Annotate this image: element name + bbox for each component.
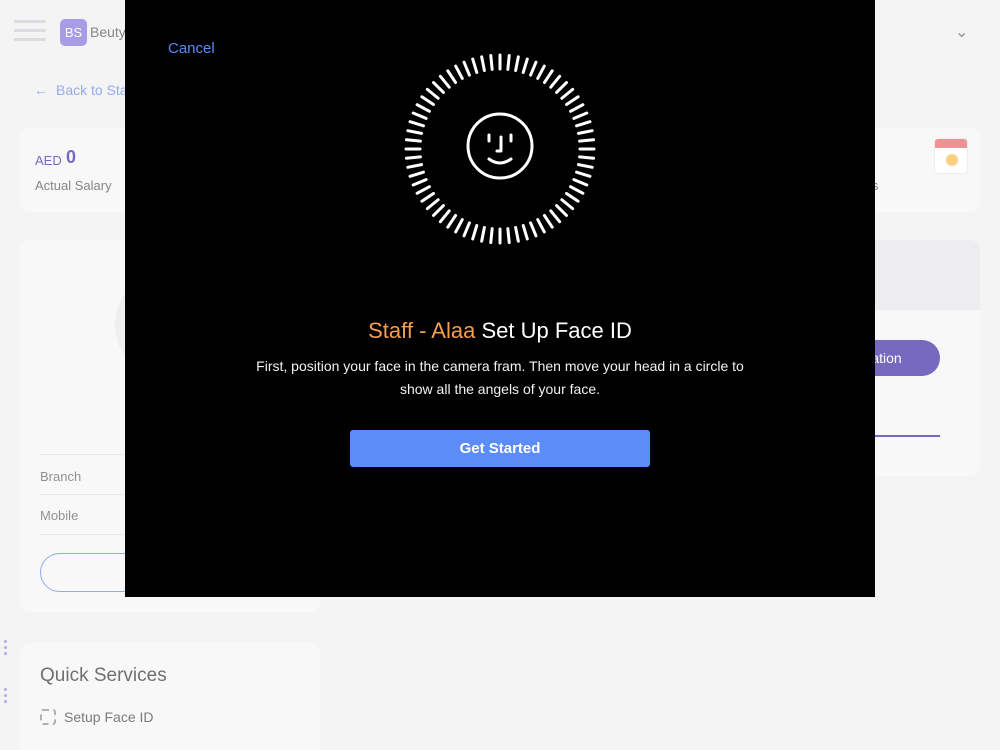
scan-tick (411, 111, 428, 120)
scan-tick (536, 218, 546, 234)
scan-tick (569, 185, 585, 195)
face-id-modal: Cancel Staff - Alaa Set Up Face ID First… (125, 0, 875, 597)
scan-tick (432, 204, 445, 217)
scan-tick (432, 81, 445, 94)
scan-tick (572, 178, 589, 187)
scan-tick (454, 64, 464, 80)
get-started-button[interactable]: Get Started (350, 430, 650, 467)
scan-tick (425, 198, 440, 211)
scan-tick (462, 221, 471, 238)
scan-tick (446, 214, 458, 229)
scan-tick (415, 185, 431, 195)
scan-tick (555, 81, 568, 94)
scan-tick (514, 225, 520, 243)
scan-tick (549, 74, 562, 89)
scan-tick (438, 209, 451, 224)
scan-tick (549, 209, 562, 224)
scan-tick (446, 69, 458, 84)
scan-tick (576, 163, 594, 169)
scan-tick (480, 55, 486, 73)
scan-tick (536, 64, 546, 80)
scan-tick (415, 103, 431, 113)
cancel-button[interactable]: Cancel (168, 40, 215, 57)
scan-tick (575, 170, 592, 178)
scan-tick (560, 198, 575, 211)
scan-tick (578, 138, 596, 143)
scan-tick (454, 218, 464, 234)
scan-tick (565, 191, 580, 203)
scan-tick (506, 227, 511, 245)
scan-tick (489, 227, 494, 245)
scan-tick (514, 55, 520, 73)
scan-tick (471, 224, 479, 241)
scan-tick (575, 120, 592, 128)
scan-tick (420, 191, 435, 203)
modal-description: First, position your face in the camera … (256, 358, 744, 397)
scan-tick (404, 138, 422, 143)
scan-tick (406, 163, 424, 169)
scan-tick (506, 53, 511, 71)
scan-tick (521, 224, 529, 241)
scan-tick (560, 87, 575, 100)
scan-tick (404, 155, 422, 160)
modal-title-text: Set Up Face ID (475, 318, 632, 343)
scan-tick (425, 87, 440, 100)
scan-tick (572, 111, 589, 120)
scan-tick (438, 74, 451, 89)
scan-tick (471, 57, 479, 74)
scan-tick (529, 221, 538, 238)
scan-tick (576, 129, 594, 135)
scan-tick (542, 214, 554, 229)
face-id-icon (466, 112, 534, 180)
scan-tick (521, 57, 529, 74)
scan-tick (408, 170, 425, 178)
scan-tick (565, 95, 580, 107)
scan-tick (529, 60, 538, 77)
scan-tick (578, 155, 596, 160)
scan-tick (411, 178, 428, 187)
modal-title: Staff - Alaa Set Up Face ID (125, 318, 875, 344)
staff-name: Staff - Alaa (368, 318, 476, 343)
scan-tick (480, 225, 486, 243)
scan-tick (420, 95, 435, 107)
scan-tick (569, 103, 585, 113)
scan-tick (542, 69, 554, 84)
scan-tick (489, 53, 494, 71)
scan-tick (462, 60, 471, 77)
scan-tick (555, 204, 568, 217)
scan-tick (408, 120, 425, 128)
scan-tick (406, 129, 424, 135)
